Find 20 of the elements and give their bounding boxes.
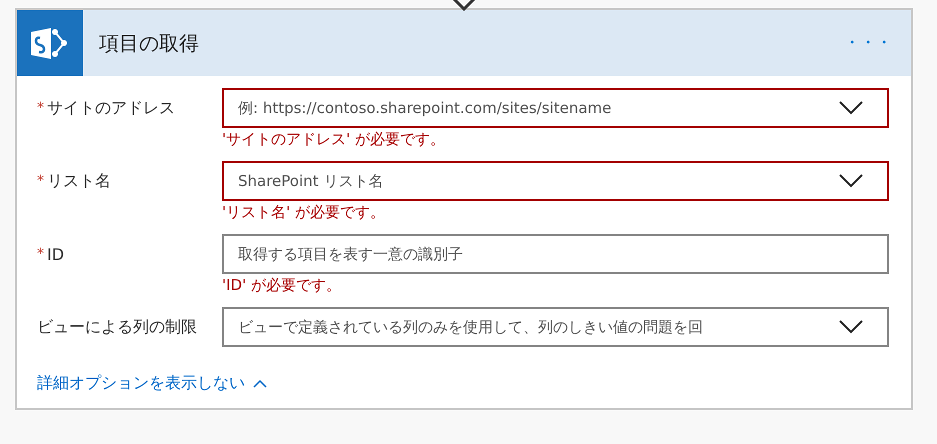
dropdown-field[interactable]: 例: https://contoso.sharepoint.com/sites/sitename xyxy=(222,88,889,128)
hide-advanced-options-link[interactable]: 詳細オプションを表示しない xyxy=(37,373,267,394)
more-options-button[interactable]: ・・・ xyxy=(845,34,893,52)
field-label: ビューによる列の制限 xyxy=(37,316,197,338)
error-message: 'リスト名' が必要です。 xyxy=(222,203,386,222)
dropdown-field[interactable]: SharePoint リスト名 xyxy=(222,161,889,201)
chevron-down-icon[interactable] xyxy=(839,101,863,115)
field-label: リスト名 xyxy=(47,170,111,192)
required-marker: * xyxy=(37,173,44,189)
dropdown-field[interactable]: ビューで定義されている列のみを使用して、列のしきい値の問題を回 xyxy=(222,307,889,347)
required-marker: * xyxy=(37,100,44,116)
field-label: ID xyxy=(47,244,64,264)
input-field[interactable]: 取得する項目を表す一意の識別子 xyxy=(222,234,889,274)
field-label: サイトのアドレス xyxy=(47,98,175,118)
chevron-down-icon[interactable] xyxy=(839,320,863,334)
chevron-down-icon[interactable] xyxy=(839,174,863,188)
error-message: 'サイトのアドレス' が必要です。 xyxy=(222,130,446,149)
card-title: 項目の取得 xyxy=(99,30,200,56)
error-message: 'ID' が必要です。 xyxy=(222,276,342,295)
required-marker: * xyxy=(37,246,44,262)
